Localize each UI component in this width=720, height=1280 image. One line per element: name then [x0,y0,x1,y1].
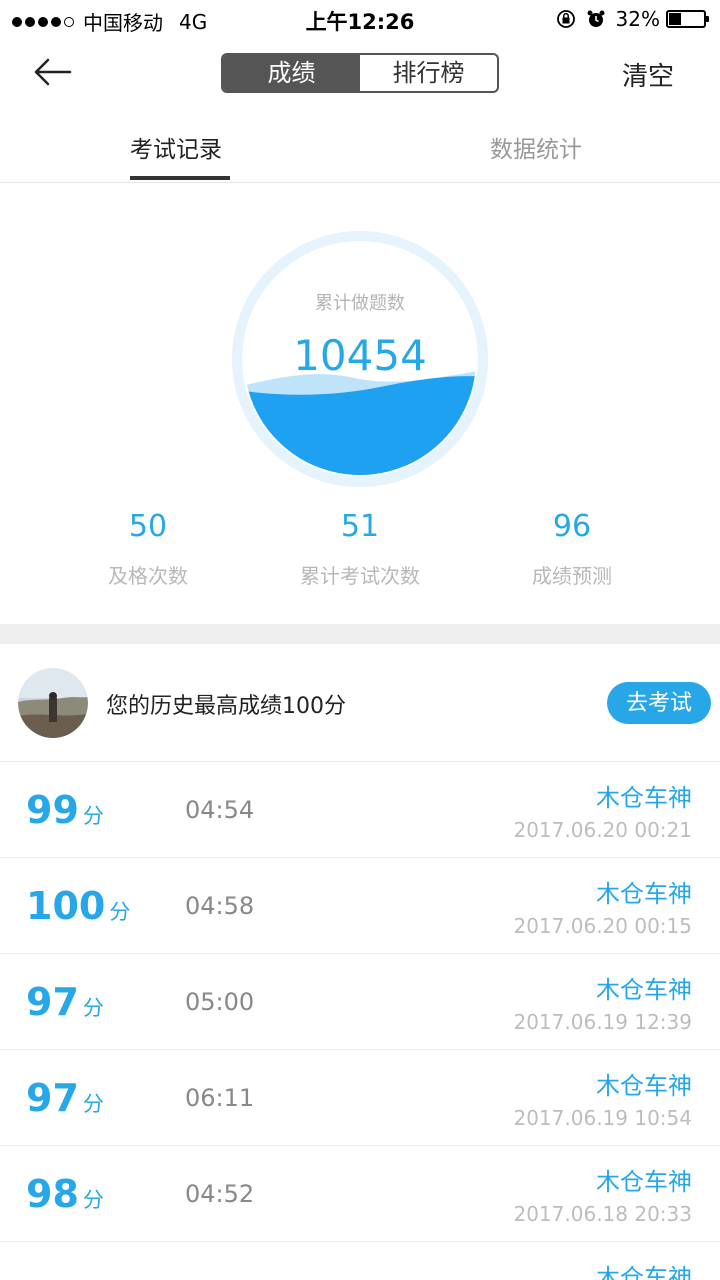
segment-score[interactable]: 成绩 [223,55,360,91]
user-name: 木仓车神 [596,1072,692,1100]
exam-duration: 04:52 [185,1180,255,1208]
segmented-control: 成绩 排行榜 [221,53,499,93]
user-name: 木仓车神 [596,1264,692,1280]
battery-percent: 32% [615,7,660,31]
total-questions-value: 10454 [293,331,427,380]
score: 100 分 [26,884,130,928]
tab-bar: 考试记录 数据统计 [0,110,720,183]
exam-duration: 05:00 [185,988,255,1016]
score-value: 98 [26,1172,79,1216]
score: 97 分 [26,1076,104,1120]
stat-value: 51 [340,509,380,544]
status-bar: 中国移动 4G 上午12:26 32% [0,0,720,38]
stat-score-prediction: 96 成绩预测 [472,509,672,589]
best-score-text: 您的历史最高成绩100分 [106,694,346,719]
list-item[interactable]: 木仓车神 [0,1242,720,1280]
list-item[interactable]: 100 分 04:58 木仓车神 2017.06.20 00:15 [0,858,720,954]
exam-date: 2017.06.20 00:15 [513,914,692,938]
go-exam-button[interactable]: 去考试 [607,682,711,724]
score-value: 97 [26,980,79,1024]
alarm-icon [587,10,605,27]
list-item[interactable]: 97 分 05:00 木仓车神 2017.06.19 12:39 [0,954,720,1050]
exam-date: 2017.06.20 00:21 [513,818,692,842]
back-arrow-icon[interactable] [30,52,74,92]
exam-duration: 06:11 [185,1084,255,1112]
stat-value: 50 [128,509,168,544]
exam-date: 2017.06.18 20:33 [513,1202,692,1226]
user-name: 木仓车神 [596,1168,692,1196]
list-item[interactable]: 98 分 04:52 木仓车神 2017.06.18 20:33 [0,1146,720,1242]
user-name: 木仓车神 [596,784,692,812]
score: 98 分 [26,1172,104,1216]
avatar [18,668,88,738]
list-item[interactable]: 99 分 04:54 木仓车神 2017.06.20 00:21 [0,762,720,858]
stat-value: 96 [552,509,592,544]
score-value: 100 [26,884,106,928]
stat-pass-count: 50 及格次数 [48,509,248,589]
score-unit: 分 [82,804,104,828]
stat-label: 累计考试次数 [300,564,420,588]
exam-date: 2017.06.19 10:54 [513,1106,692,1130]
summary-panel: 累计做题数 10454 50 及格次数 51 累计考试次数 96 成绩预测 [0,183,720,624]
score-value: 99 [26,788,79,832]
best-score-row: 您的历史最高成绩100分 去考试 [0,644,720,762]
list-item[interactable]: 97 分 06:11 木仓车神 2017.06.19 10:54 [0,1050,720,1146]
exam-record-list: 99 分 04:54 木仓车神 2017.06.20 00:21 100 分 04:… [0,762,720,1280]
segment-ranking[interactable]: 排行榜 [360,55,497,91]
clear-button[interactable]: 清空 [622,56,674,93]
section-divider [0,624,720,644]
tab-indicator [130,176,230,180]
nav-bar: 成绩 排行榜 清空 [0,38,720,110]
score-unit: 分 [82,996,104,1020]
stat-label: 及格次数 [108,564,188,588]
score: 97 分 [26,980,104,1024]
exam-duration: 04:54 [185,796,255,824]
exam-duration: 04:58 [185,892,255,920]
score-unit: 分 [82,1188,104,1212]
exam-date: 2017.06.19 12:39 [513,1010,692,1034]
score-value: 97 [26,1076,79,1120]
score: 99 分 [26,788,104,832]
stat-exam-count: 51 累计考试次数 [260,509,460,589]
tab-exam-records[interactable]: 考试记录 [130,130,222,164]
battery-icon [666,10,709,28]
orientation-lock-icon [556,10,575,28]
score-unit: 分 [109,900,131,924]
total-questions-label: 累计做题数 [315,293,405,314]
tab-data-statistics[interactable]: 数据统计 [490,130,582,164]
user-name: 木仓车神 [596,880,692,908]
score-unit: 分 [82,1092,104,1116]
stat-label: 成绩预测 [532,564,612,588]
user-name: 木仓车神 [596,976,692,1004]
